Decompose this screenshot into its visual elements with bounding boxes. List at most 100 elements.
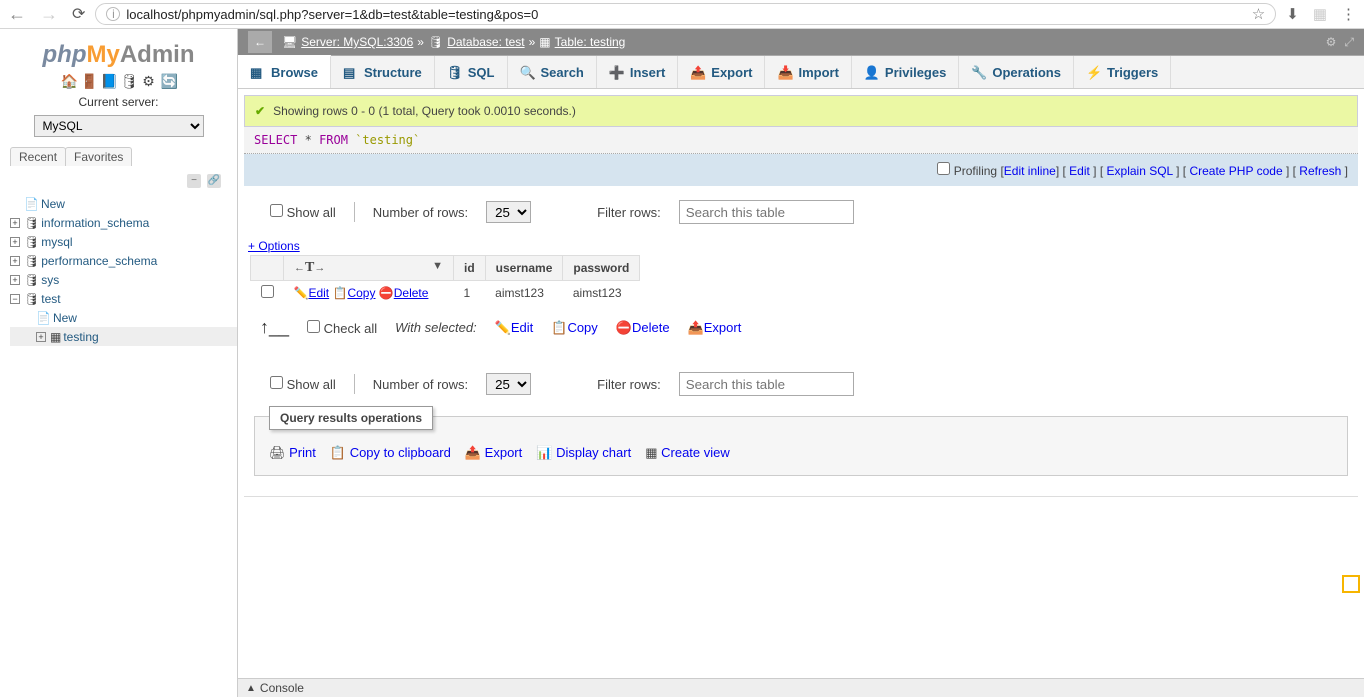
top-tabs: ▦Browse ▤Structure 🛢SQL 🔍Search ➕Insert … <box>238 55 1364 89</box>
collapse-icon[interactable]: − <box>10 294 20 304</box>
check-all-label[interactable]: Check all <box>307 320 377 336</box>
tab-favorites[interactable]: Favorites <box>65 147 132 166</box>
bulk-edit-link[interactable]: Edit <box>511 320 533 335</box>
refresh-link[interactable]: Refresh <box>1299 164 1341 178</box>
tab-search[interactable]: 🔍Search <box>508 56 597 88</box>
expand-icon[interactable]: + <box>10 237 20 247</box>
check-all-checkbox[interactable] <box>307 320 320 333</box>
show-all-label[interactable]: Show all <box>270 376 336 392</box>
bc-table[interactable]: Table: testing <box>555 35 626 49</box>
show-all-checkbox[interactable] <box>270 204 283 217</box>
tab-export[interactable]: 📤Export <box>678 56 765 88</box>
menu-icon[interactable]: ⋮ <box>1341 5 1356 23</box>
bc-db[interactable]: Database: test <box>447 35 524 49</box>
row-delete-link[interactable]: Delete <box>394 286 429 300</box>
row-edit-link[interactable]: Edit <box>308 286 329 300</box>
edit-inline-link[interactable]: Edit inline <box>1004 164 1056 178</box>
options-link[interactable]: + Options <box>244 239 300 253</box>
forward-icon[interactable]: → <box>40 4 58 25</box>
copy-clipboard-link[interactable]: Copy to clipboard <box>350 445 451 460</box>
nav-tree: 📄 New +🛢information_schema +🛢mysql +🛢per… <box>0 194 237 346</box>
row-copy-link[interactable]: Copy <box>347 286 375 300</box>
col-password[interactable]: password <box>563 256 640 281</box>
row-checkbox[interactable] <box>261 285 274 298</box>
filter-rows-input[interactable] <box>679 200 854 224</box>
breadcrumb-back-icon[interactable]: ← <box>248 31 272 53</box>
col-username[interactable]: username <box>485 256 563 281</box>
tab-insert[interactable]: ➕Insert <box>597 56 678 88</box>
reload-tree-icon[interactable]: 🔄 <box>161 73 177 89</box>
filter-rows-input[interactable] <box>679 372 854 396</box>
bulk-copy-link[interactable]: Copy <box>567 320 597 335</box>
expand-icon[interactable]: + <box>10 218 20 228</box>
docs-icon[interactable]: 📘 <box>101 73 117 89</box>
profiling-checkbox[interactable] <box>937 162 950 175</box>
sql-icon[interactable]: 🛢 <box>121 73 137 89</box>
tree-db[interactable]: +🛢performance_schema <box>10 251 237 270</box>
home-icon[interactable]: 🏠 <box>61 73 77 89</box>
logout-icon[interactable]: 🚪 <box>81 73 97 89</box>
chevron-down-icon[interactable]: ▼ <box>432 260 443 272</box>
tab-structure[interactable]: ▤Structure <box>331 56 435 88</box>
download-icon[interactable]: ⬇ <box>1286 5 1299 23</box>
reload-icon[interactable]: ⟳ <box>72 4 85 24</box>
link-icon[interactable]: 🔗 <box>207 174 221 188</box>
new-db-icon: 📄 <box>24 197 39 211</box>
print-link[interactable]: Print <box>289 445 316 460</box>
sort-left-icon[interactable]: ← <box>294 262 305 274</box>
qro-title: Query results operations <box>269 406 433 430</box>
operations-icon: 🔧 <box>971 65 986 80</box>
tree-new-table[interactable]: 📄New <box>10 308 237 327</box>
console-bar[interactable]: ▲ Console <box>238 678 1364 697</box>
tree-db-test[interactable]: −🛢test <box>10 289 237 308</box>
edit-link[interactable]: Edit <box>1069 164 1090 178</box>
info-icon[interactable]: i <box>106 7 120 21</box>
sort-right-icon[interactable]: → <box>314 262 325 274</box>
settings-icon[interactable]: ⚙ <box>1326 35 1337 50</box>
tab-browse[interactable]: ▦Browse <box>238 55 331 88</box>
star-icon[interactable]: ☆ <box>1252 5 1265 23</box>
row-controls-top: Show all Number of rows: 25 Filter rows: <box>240 186 1362 238</box>
tab-triggers[interactable]: ⚡Triggers <box>1074 56 1171 88</box>
create-view-link[interactable]: Create view <box>661 445 730 460</box>
num-rows-select[interactable]: 25 <box>486 201 531 223</box>
chevron-up-icon: ▲ <box>246 683 256 694</box>
bc-server[interactable]: Server: MySQL:3306 <box>301 35 413 49</box>
tree-new[interactable]: 📄 New <box>10 194 237 213</box>
create-php-link[interactable]: Create PHP code <box>1189 164 1282 178</box>
tree-db[interactable]: +🛢information_schema <box>10 213 237 232</box>
tab-privileges[interactable]: 👤Privileges <box>852 56 959 88</box>
tab-operations[interactable]: 🔧Operations <box>959 56 1074 88</box>
table-icon: ▦ <box>50 330 61 344</box>
collapse-icon[interactable]: − <box>187 174 201 188</box>
num-rows-select[interactable]: 25 <box>486 373 531 395</box>
extension-icon[interactable]: ▦ <box>1313 5 1327 23</box>
expand-icon[interactable]: + <box>36 332 46 342</box>
tab-sql[interactable]: 🛢SQL <box>435 56 508 88</box>
server-select[interactable]: MySQL <box>34 115 204 137</box>
tree-table-testing[interactable]: +▦testing <box>10 327 237 346</box>
tab-recent[interactable]: Recent <box>10 147 66 166</box>
tree-db[interactable]: +🛢mysql <box>10 232 237 251</box>
exit-icon[interactable]: ⤢ <box>1344 35 1354 50</box>
export-icon: 📤 <box>465 445 481 460</box>
show-all-label[interactable]: Show all <box>270 204 336 220</box>
bulk-delete-link[interactable]: Delete <box>632 320 670 335</box>
export-link[interactable]: Export <box>485 445 523 460</box>
back-icon[interactable]: ← <box>8 4 26 25</box>
tab-import[interactable]: 📥Import <box>765 56 851 88</box>
clipboard-icon: 📋 <box>330 445 346 460</box>
bookmark-icon[interactable] <box>1342 575 1360 593</box>
col-id[interactable]: id <box>454 256 486 281</box>
explain-sql-link[interactable]: Explain SQL <box>1107 164 1173 178</box>
display-chart-link[interactable]: Display chart <box>556 445 631 460</box>
url-bar[interactable]: i localhost/phpmyadmin/sql.php?server=1&… <box>95 3 1276 25</box>
gear-icon[interactable]: ⚙ <box>141 73 157 89</box>
tree-db[interactable]: +🛢sys <box>10 270 237 289</box>
bulk-export-link[interactable]: Export <box>704 320 742 335</box>
logo[interactable]: phpMyAdmin <box>0 41 237 69</box>
show-all-checkbox[interactable] <box>270 376 283 389</box>
check-icon: ✔ <box>255 104 265 118</box>
expand-icon[interactable]: + <box>10 256 20 266</box>
expand-icon[interactable]: + <box>10 275 20 285</box>
